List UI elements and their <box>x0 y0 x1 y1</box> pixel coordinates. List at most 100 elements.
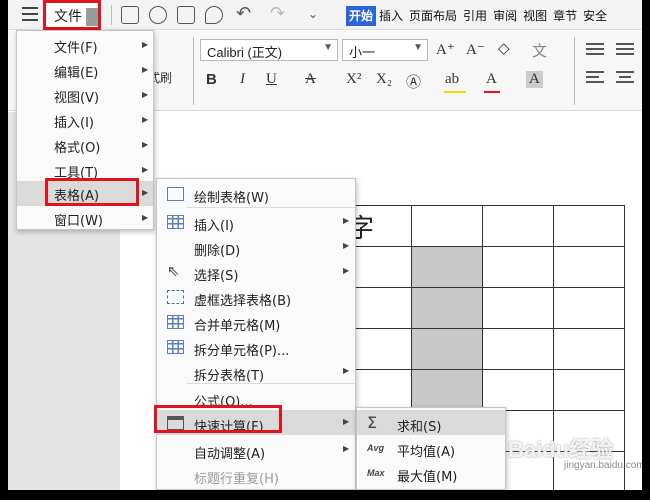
print-preview-icon[interactable] <box>205 6 223 24</box>
menu-item-window[interactable]: 窗口(W) ▶ <box>17 206 153 231</box>
align-center-icon[interactable] <box>616 71 634 86</box>
menu-item-draw-table[interactable]: 绘制表格(W) <box>157 181 355 206</box>
chevron-right-icon: ▶ <box>142 65 149 74</box>
tab-page-layout[interactable]: 页面布局 <box>406 6 460 26</box>
menu-item-label: 文件(F) <box>54 41 98 56</box>
export-icon[interactable] <box>149 6 167 24</box>
hamburger-menu-icon[interactable] <box>22 7 38 21</box>
font-size-select[interactable]: 小一 ▼ <box>342 39 428 61</box>
menu-item-auto-fit[interactable]: 自动调整(A) ▶ <box>157 437 355 462</box>
tab-review[interactable]: 审阅 <box>490 6 520 26</box>
selected-cell[interactable] <box>411 287 483 329</box>
menu-item-label: 窗口(W) <box>54 214 103 229</box>
menu-item-label: 虚框选择表格(B) <box>194 294 292 309</box>
menu-item-view[interactable]: 视图(V) ▶ <box>17 83 153 108</box>
highlight-color-bar <box>444 91 466 93</box>
chevron-right-icon: ▶ <box>142 213 149 222</box>
tab-security[interactable]: 安全 <box>580 6 610 26</box>
italic-button[interactable]: I <box>240 71 245 88</box>
numbered-list-icon[interactable] <box>616 43 634 58</box>
customize-toolbar-chevron-icon[interactable]: ⌄ <box>308 7 326 25</box>
chevron-right-icon: ▶ <box>142 115 149 124</box>
undo-icon[interactable]: ↶ <box>236 3 254 24</box>
phonetic-guide-icon[interactable]: 文 <box>532 40 547 61</box>
tab-home[interactable]: 开始 <box>346 6 377 26</box>
redo-icon[interactable]: ↷ <box>270 3 288 24</box>
shrink-font-icon[interactable]: A⁻ <box>466 40 485 59</box>
menu-item-file[interactable]: 文件(F) ▶ <box>17 33 153 58</box>
chevron-right-icon: ▶ <box>343 366 350 375</box>
selected-cell[interactable] <box>411 369 483 411</box>
subscript-button[interactable]: X₂ <box>376 71 392 88</box>
insert-table-icon <box>167 215 184 229</box>
tab-insert[interactable]: 插入 <box>376 6 406 26</box>
menu-item-edit[interactable]: 编辑(E) ▶ <box>17 58 153 83</box>
font-color-button[interactable]: A <box>486 71 497 88</box>
bullet-list-icon[interactable] <box>586 43 604 58</box>
chevron-right-icon: ▶ <box>343 216 350 225</box>
menu-item-table-insert[interactable]: 插入(I) ▶ <box>157 209 355 234</box>
average-icon: Avg <box>367 443 385 453</box>
menu-item-split-table[interactable]: 拆分表格(T) ▶ <box>157 359 355 384</box>
menu-item-merge-cells[interactable]: 合并单元格(M) <box>157 309 355 334</box>
superscript-button[interactable]: X² <box>346 71 361 88</box>
menu-item-label: 求和(S) <box>397 420 442 435</box>
toolbar-separator <box>111 5 112 25</box>
tab-references[interactable]: 引用 <box>460 6 490 26</box>
menu-item-max[interactable]: Max 最大值(M) <box>357 460 505 485</box>
text-effect-icon[interactable]: Ⓐ <box>406 71 421 92</box>
menu-item-label: 编辑(E) <box>54 66 99 81</box>
menu-item-table-select[interactable]: ⇖ 选择(S) ▶ <box>157 259 355 284</box>
title-bar: 文件 ↶ ↷ ⌄ 开始 插入 页面布局 引用 审阅 视图 章节 安全 <box>8 0 642 30</box>
menu-item-label: 删除(D) <box>194 244 241 259</box>
menu-item-label: 平均值(A) <box>397 445 456 460</box>
save-icon[interactable] <box>121 6 139 24</box>
file-menu-caret-icon <box>86 8 98 26</box>
strikethrough-button[interactable]: A <box>305 71 316 88</box>
tab-view[interactable]: 视图 <box>520 6 550 26</box>
grow-font-icon[interactable]: A⁺ <box>436 40 455 59</box>
highlight-box-table <box>45 178 139 206</box>
character-shading-button[interactable]: A <box>526 71 543 88</box>
font-size-value: 小一 <box>349 45 376 60</box>
menu-item-sum[interactable]: Σ 求和(S) <box>357 410 505 435</box>
chevron-right-icon: ▶ <box>142 140 149 149</box>
align-left-icon[interactable] <box>586 71 604 86</box>
file-menu-button[interactable]: 文件 <box>43 0 101 30</box>
draw-table-icon <box>167 187 184 201</box>
menu-item-repeat-header: 标题行重复(H) <box>157 462 355 487</box>
split-cells-icon <box>167 340 184 354</box>
file-menu-label: 文件 <box>54 9 82 25</box>
ribbon-separator <box>193 37 194 105</box>
max-icon: Max <box>367 468 385 478</box>
menu-item-table-delete[interactable]: 删除(D) ▶ <box>157 234 355 259</box>
tab-section[interactable]: 章节 <box>550 6 580 26</box>
menu-item-dashed-select[interactable]: 虚框选择表格(B) <box>157 284 355 309</box>
bold-button[interactable]: B <box>206 71 217 88</box>
dashed-select-icon <box>167 290 184 304</box>
menu-item-label: 拆分表格(T) <box>194 369 265 384</box>
menu-separator <box>187 383 355 384</box>
font-name-select[interactable]: Calibri (正文) ▼ <box>200 39 338 61</box>
menu-item-label: 视图(V) <box>54 91 100 106</box>
chevron-down-icon: ▼ <box>413 42 423 53</box>
print-icon[interactable] <box>177 6 195 24</box>
selected-cell[interactable] <box>411 246 483 288</box>
underline-button[interactable]: U <box>266 71 277 88</box>
app-window: 文件 ↶ ↷ ⌄ 开始 插入 页面布局 引用 审阅 视图 章节 安全 式刷 Ca… <box>8 0 642 490</box>
selected-cell[interactable] <box>411 328 483 370</box>
menu-item-label: 插入(I) <box>194 219 234 234</box>
menu-item-label: 标题行重复(H) <box>194 472 279 487</box>
chevron-down-icon: ▼ <box>323 42 333 53</box>
menu-item-label: 绘制表格(W) <box>194 191 269 206</box>
chevron-right-icon: ▶ <box>343 241 350 250</box>
chevron-right-icon: ▶ <box>142 40 149 49</box>
menu-item-split-cells[interactable]: 拆分单元格(P)... <box>157 334 355 359</box>
menu-item-average[interactable]: Avg 平均值(A) <box>357 435 505 460</box>
menu-item-format[interactable]: 格式(O) ▶ <box>17 133 153 158</box>
table-submenu: 绘制表格(W) 插入(I) ▶ 删除(D) ▶ ⇖ 选择(S) ▶ 虚框选择表格(B) … <box>156 178 356 490</box>
clear-format-icon[interactable]: ◇ <box>498 39 510 58</box>
chevron-right-icon: ▶ <box>343 266 350 275</box>
highlight-icon[interactable]: ab <box>445 71 459 88</box>
menu-item-insert[interactable]: 插入(I) ▶ <box>17 108 153 133</box>
